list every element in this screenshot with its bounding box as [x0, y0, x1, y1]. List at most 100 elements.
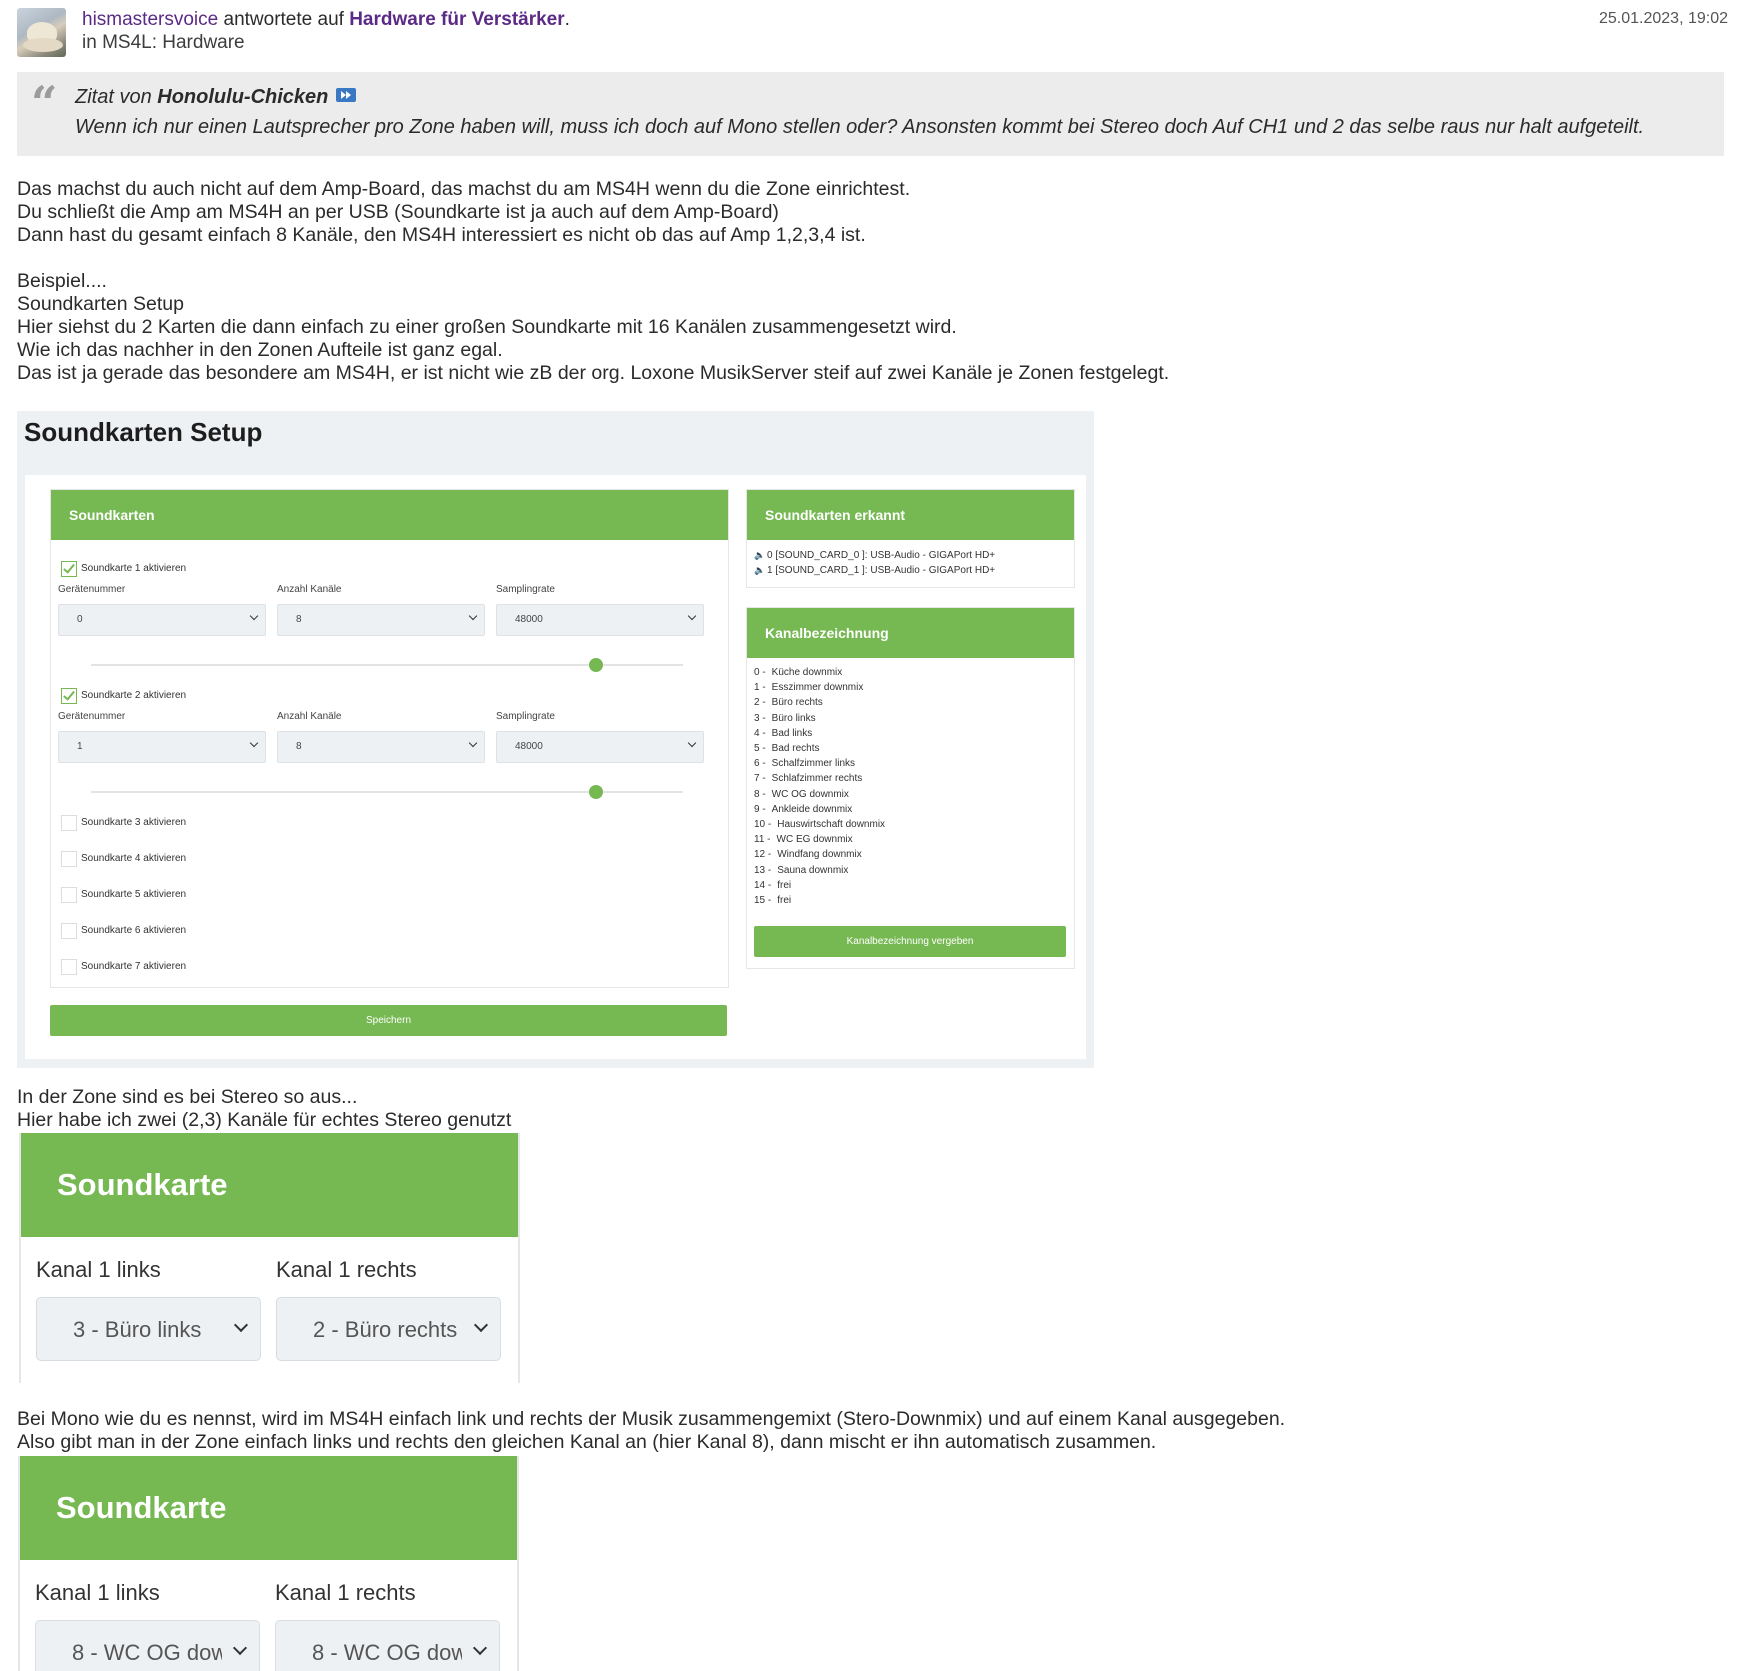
card2-rate-select[interactable]: 48000	[496, 731, 704, 763]
quote-prefix: Zitat von	[75, 86, 158, 108]
speaker-icon: 🔈	[754, 550, 766, 560]
quote-header: Zitat von Honolulu-Chicken	[75, 86, 357, 109]
text-line: Also gibt man in der Zone einfach links …	[17, 1431, 1157, 1453]
paragraph-4: Bei Mono wie du es nennst, wird im MS4H …	[17, 1408, 1285, 1454]
speaker-icon: 🔈	[754, 565, 766, 575]
quote-icon: “	[31, 76, 58, 130]
channel-name: Schlafzimmer rechts	[771, 773, 863, 785]
channel-number: 8 -	[754, 788, 766, 800]
detected-card: Soundkarten erkannt 🔈 0 [SOUND_CARD_0 ]: …	[746, 489, 1075, 588]
card6-checkbox[interactable]	[61, 923, 77, 939]
select-value: 8 - WC OG downmix	[72, 1640, 222, 1665]
card5-checkbox[interactable]	[61, 887, 77, 903]
channel-name: Esszimmer downmix	[771, 682, 864, 694]
text-line: Das machst du auch nicht auf dem Amp-Boa…	[17, 178, 911, 200]
thread-link[interactable]: Hardware für Verstärker	[349, 9, 564, 30]
card2-checkbox[interactable]	[61, 688, 77, 704]
channels-label: Anzahl Kanäle	[277, 584, 342, 595]
select-value: 48000	[515, 741, 543, 752]
setup-title: Soundkarten Setup	[24, 417, 263, 447]
username-link[interactable]: hismastersvoice	[82, 9, 218, 30]
channel-name-row: 10 - Hauswirtschaft downmix	[754, 819, 885, 830]
save-button[interactable]: Speichern	[50, 1005, 727, 1036]
right-channel-select[interactable]: 8 - WC OG downmix	[275, 1620, 500, 1671]
channel-name: Bad rechts	[771, 743, 820, 754]
assign-channel-names-button[interactable]: Kanalbezeichnung vergeben	[754, 926, 1066, 957]
card5-label: Soundkarte 5 aktivieren	[81, 889, 187, 900]
card3-checkbox[interactable]	[61, 815, 77, 831]
soundkarten-header: Soundkarten	[51, 490, 728, 540]
text-line: Du schließt die Amp am MS4H an per USB (…	[17, 201, 779, 223]
channel-name: WC EG downmix	[776, 834, 853, 846]
device-label: Gerätenummer	[58, 711, 126, 722]
channel-name-row: 0 - Küche downmix	[754, 667, 842, 678]
zone-mono-header-text: Soundkarte	[56, 1490, 227, 1525]
card4-label: Soundkarte 4 aktivieren	[81, 853, 187, 864]
card3-label: Soundkarte 3 aktivieren	[81, 817, 187, 828]
chevron-down-icon	[249, 738, 259, 748]
channel-name: Hauswirtschaft downmix	[777, 819, 886, 830]
text-line: Wie ich das nachher in den Zonen Aufteil…	[17, 339, 503, 361]
rate-label: Samplingrate	[496, 584, 555, 595]
left-channel-select[interactable]: 3 - Büro links	[36, 1297, 261, 1361]
chevron-down-icon	[249, 611, 259, 621]
detected-item: 🔈 1 [SOUND_CARD_1 ]: USB-Audio - GIGAPort…	[754, 565, 995, 576]
channel-name: Schalfzimmer links	[771, 758, 856, 770]
jump-to-post-icon[interactable]	[336, 88, 357, 102]
card2-slider-handle[interactable]	[589, 785, 603, 799]
channel-number: 3 -	[754, 712, 766, 724]
channel-names-header: Kanalbezeichnung	[747, 608, 1074, 658]
detected-header: Soundkarten erkannt	[747, 490, 1074, 540]
quote-text: Wenn ich nur einen Lautsprecher pro Zone…	[75, 116, 1645, 138]
card2-device-select[interactable]: 1	[58, 731, 266, 763]
quote-author[interactable]: Honolulu-Chicken	[157, 86, 328, 108]
select-value: 2 - Büro rechts	[313, 1317, 458, 1342]
channel-name-row: 12 - Windfang downmix	[754, 849, 862, 860]
paragraph-3: In der Zone sind es bei Stereo so aus...…	[17, 1086, 511, 1132]
channel-number: 6 -	[754, 758, 766, 770]
text-line: Hier siehst du 2 Karten die dann einfach…	[17, 316, 957, 338]
select-value: 1	[77, 741, 83, 752]
card1-channels-select[interactable]: 8	[277, 604, 485, 636]
channel-number: 12 -	[754, 849, 772, 861]
card4-checkbox[interactable]	[61, 851, 77, 867]
text-line: Dann hast du gesamt einfach 8 Kanäle, de…	[17, 224, 866, 246]
channel-name: Küche downmix	[771, 667, 843, 678]
card2-label: Soundkarte 2 aktivieren	[81, 690, 187, 701]
left-channel-select[interactable]: 8 - WC OG downmix	[35, 1620, 260, 1671]
channel-name: Windfang downmix	[777, 849, 862, 861]
avatar[interactable]	[17, 8, 66, 57]
quote-block: “ Zitat von Honolulu-Chicken Wenn ich nu…	[17, 72, 1724, 156]
select-value: 8 - WC OG downmix	[312, 1640, 462, 1665]
channel-name: Ankleide downmix	[771, 803, 853, 815]
channel-name-row: 15 - frei	[754, 895, 791, 906]
card1-rate-select[interactable]: 48000	[496, 604, 704, 636]
card1-slider-handle[interactable]	[589, 658, 603, 672]
channel-name: Bad links	[771, 727, 813, 739]
text-line: Soundkarten Setup	[17, 293, 184, 315]
category-line[interactable]: in MS4L: Hardware	[82, 31, 245, 55]
select-value: 8	[296, 614, 302, 625]
select-value: 48000	[515, 614, 543, 625]
card1-device-select[interactable]: 0	[58, 604, 266, 636]
chevron-down-icon	[468, 611, 478, 621]
channel-number: 1 -	[754, 682, 766, 694]
right-channel-select[interactable]: 2 - Büro rechts	[276, 1297, 501, 1361]
detected-item: 🔈 0 [SOUND_CARD_0 ]: USB-Audio - GIGAPort…	[754, 550, 995, 561]
text-line: In der Zone sind es bei Stereo so aus...	[17, 1086, 358, 1108]
card7-checkbox[interactable]	[61, 959, 77, 975]
chevron-down-icon	[687, 611, 697, 621]
channel-name-row: 9 - Ankleide downmix	[754, 804, 852, 815]
detected-header-text: Soundkarten erkannt	[765, 507, 906, 523]
channel-name-row: 4 - Bad links	[754, 728, 812, 739]
soundkarten-header-text: Soundkarten	[69, 507, 155, 523]
card1-checkbox[interactable]	[61, 561, 77, 577]
channel-name: WC OG downmix	[771, 788, 849, 800]
channel-number: 11 -	[754, 834, 771, 846]
paragraph-1: Das machst du auch nicht auf dem Amp-Boa…	[17, 178, 910, 247]
card2-channels-select[interactable]: 8	[277, 731, 485, 763]
text-line: Das ist ja gerade das besondere am MS4H,…	[17, 362, 1170, 384]
zone-mono-header: Soundkarte	[20, 1456, 517, 1560]
device-label: Gerätenummer	[58, 584, 126, 595]
channel-name-row: 2 - Büro rechts	[754, 697, 823, 708]
